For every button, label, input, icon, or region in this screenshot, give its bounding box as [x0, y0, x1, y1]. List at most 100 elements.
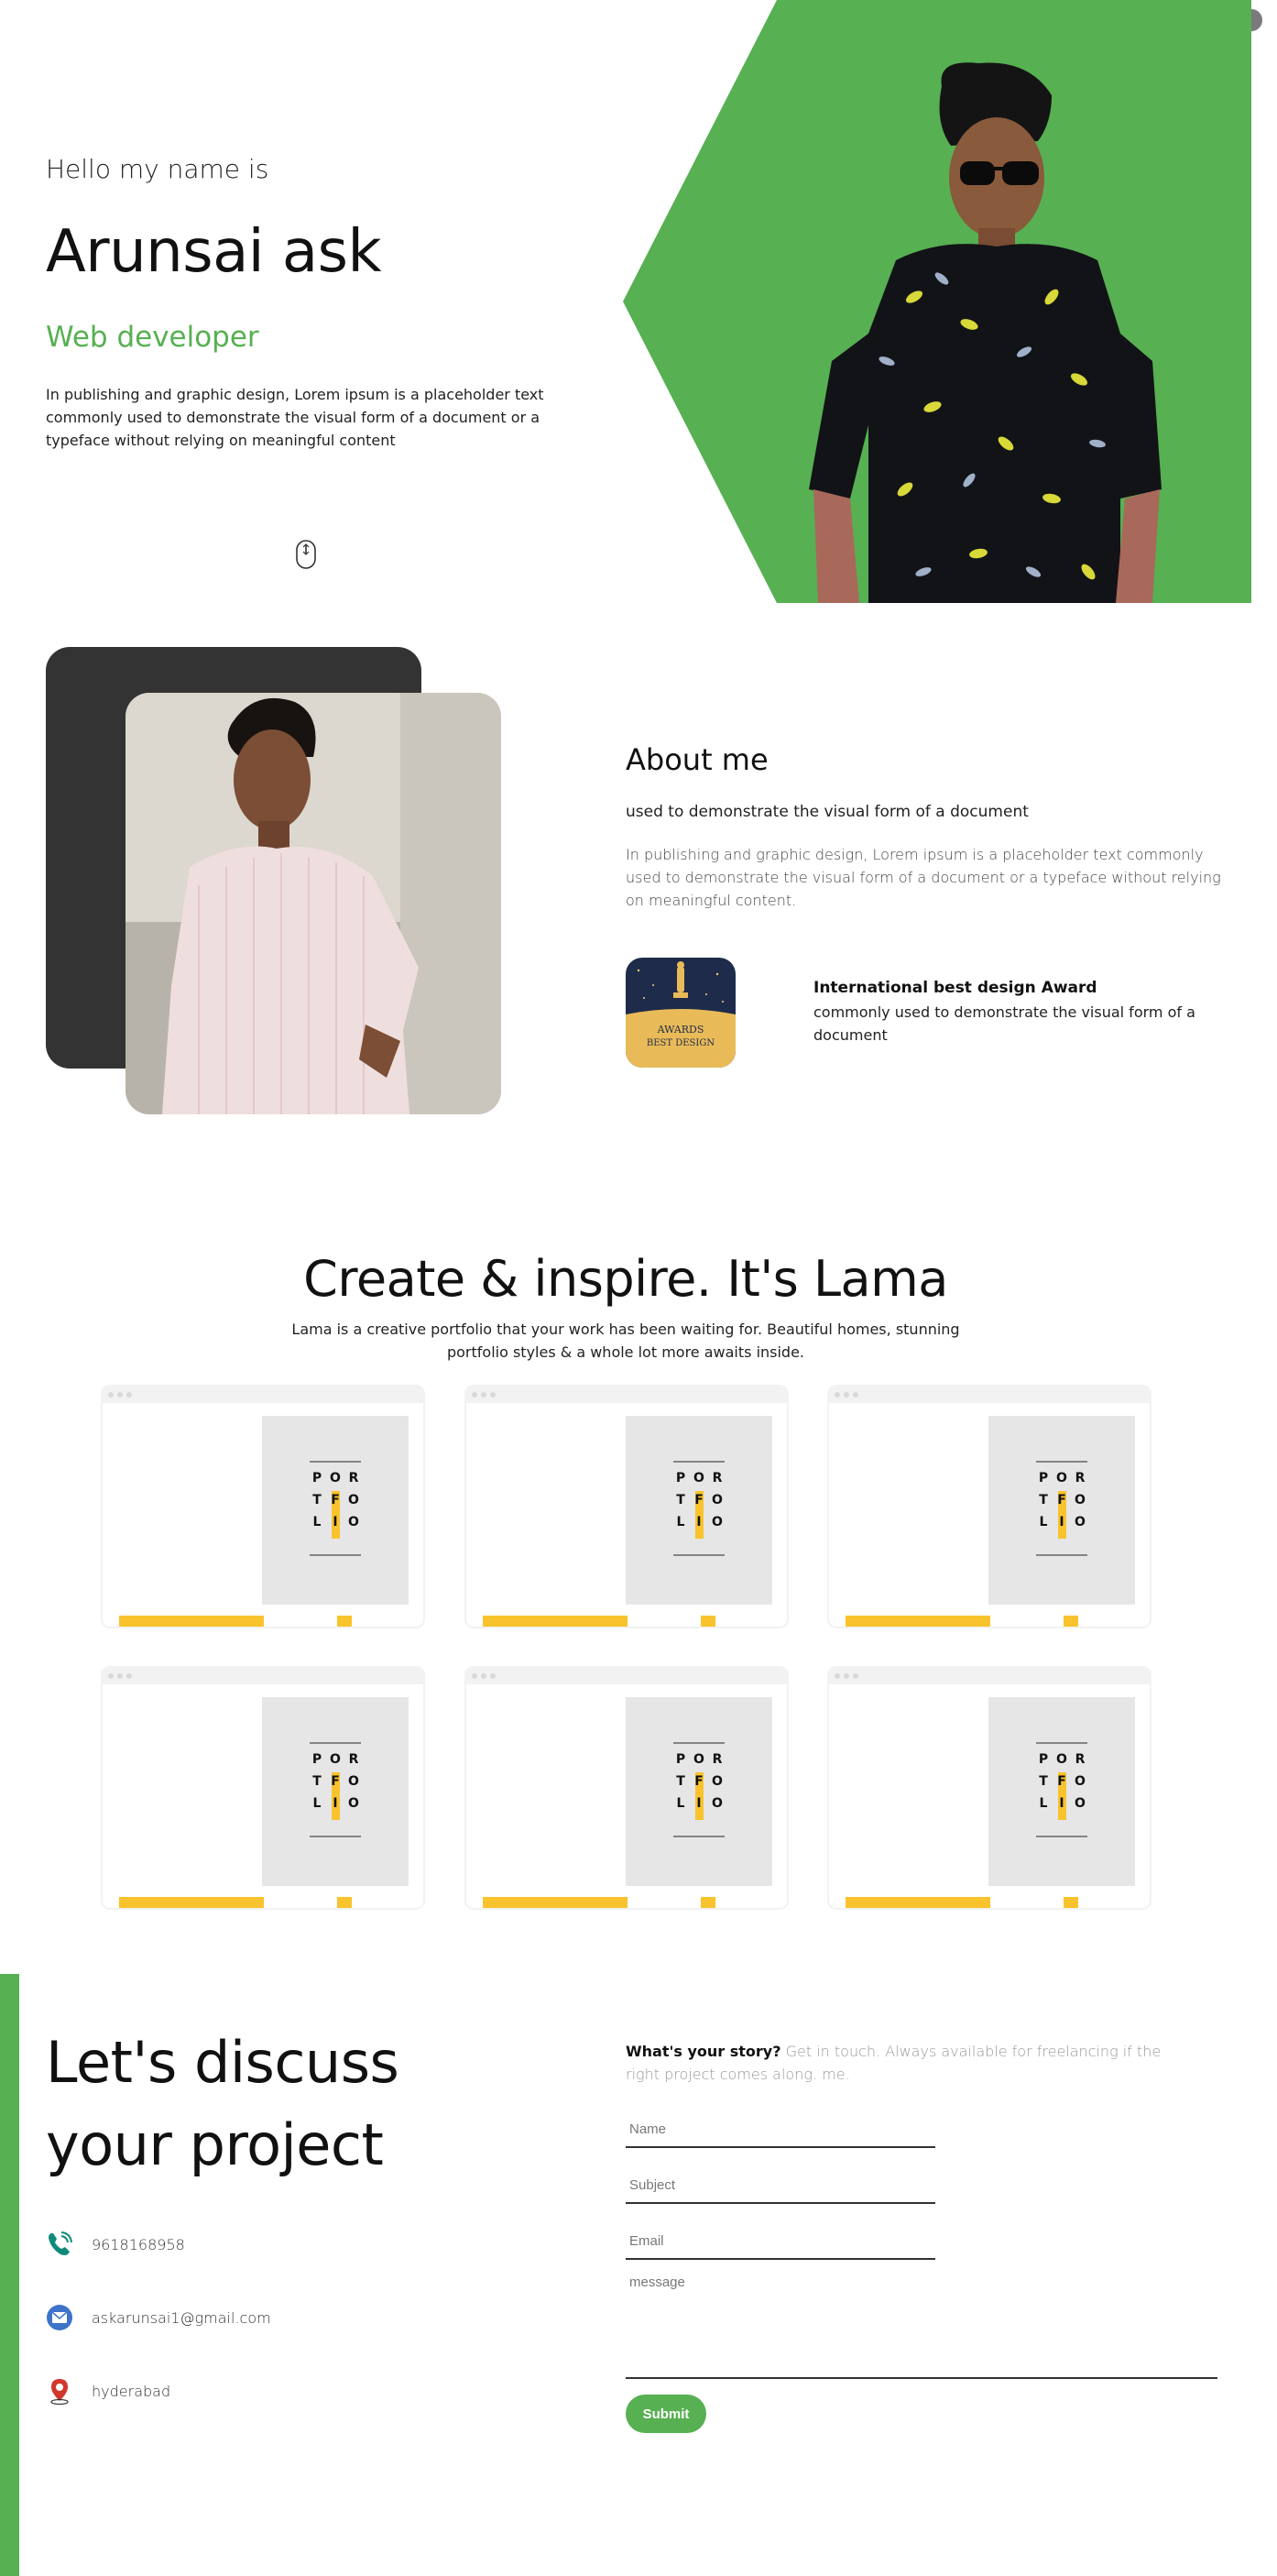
- message-textarea[interactable]: [626, 2275, 1217, 2379]
- poster-letter: O: [712, 1796, 723, 1811]
- location-pin-icon: [46, 2377, 73, 2406]
- hero-section: Hello my name is Arunsai ask Web develop…: [0, 0, 1277, 603]
- poster-letter: I: [333, 1515, 337, 1529]
- poster-letter: O: [712, 1493, 723, 1507]
- browser-bar: [829, 1668, 1150, 1684]
- portfolio-card[interactable]: PORTFOLIO: [827, 1666, 1151, 1910]
- poster-letter: T: [1039, 1774, 1048, 1789]
- contact-location: hyderabad: [46, 2375, 170, 2406]
- hero-name: Arunsai ask: [46, 218, 382, 286]
- hero-intro: Hello my name is: [46, 154, 269, 184]
- poster-letter: O: [348, 1774, 359, 1789]
- portfolio-poster-frame: PORTFOLIO: [262, 1697, 409, 1886]
- poster-letter: L: [1040, 1515, 1048, 1529]
- email-input[interactable]: [626, 2223, 935, 2260]
- submit-button[interactable]: Submit: [626, 2395, 706, 2433]
- browser-dot-icon: [117, 1392, 123, 1398]
- poster-letter: I: [696, 1515, 701, 1529]
- browser-dot-icon: [472, 1673, 477, 1679]
- subject-input[interactable]: [626, 2167, 935, 2204]
- portfolio-poster-frame: PORTFOLIO: [262, 1416, 409, 1605]
- browser-bar: [103, 1387, 423, 1403]
- about-title: About me: [626, 742, 769, 777]
- about-description: In publishing and graphic design, Lorem …: [626, 846, 1221, 909]
- poster-letter: R: [349, 1471, 359, 1485]
- poster-letter: O: [348, 1796, 359, 1811]
- contact-title-line-2: your project: [46, 2111, 384, 2178]
- contact-location-text: hyderabad: [92, 2382, 171, 2400]
- card-bottom-line: [829, 1908, 1151, 1910]
- about-subtitle: used to demonstrate the visual form of a…: [626, 803, 1029, 821]
- contact-accent-bar: [0, 1974, 19, 2576]
- poster-letter: O: [1075, 1515, 1086, 1529]
- award-description: commonly used to demonstrate the visual …: [813, 1003, 1195, 1044]
- email-icon: [46, 2304, 73, 2331]
- browser-dot-icon: [844, 1673, 849, 1679]
- contact-email-text: askarunsai1@gmail.com: [92, 2308, 271, 2327]
- portfolio-poster-frame: PORTFOLIO: [988, 1697, 1135, 1886]
- poster-letter: F: [694, 1774, 704, 1789]
- card-bottom-line: [103, 1627, 425, 1628]
- mouse-scroll-icon[interactable]: [295, 539, 317, 570]
- portfolio-card[interactable]: PORTFOLIO: [464, 1666, 789, 1910]
- portfolio-poster: P O RT F OL I O: [262, 1697, 409, 1886]
- poster-letter: R: [349, 1752, 359, 1767]
- poster-letter: I: [696, 1796, 701, 1811]
- portfolio-description: Lama is a creative portfolio that your w…: [291, 1321, 960, 1361]
- browser-dot-icon: [108, 1392, 114, 1398]
- award-title: International best design Award: [813, 979, 1097, 997]
- portfolio-card[interactable]: PORTFOLIO: [827, 1385, 1151, 1628]
- portfolio-card[interactable]: PORTFOLIO: [101, 1385, 425, 1628]
- portfolio-poster: P O RT F OL I O: [988, 1416, 1135, 1605]
- about-person-image: [126, 693, 501, 1114]
- hero-role: Web developer: [46, 321, 259, 354]
- browser-dot-icon: [108, 1673, 114, 1679]
- browser-bar: [466, 1387, 787, 1403]
- phone-icon: [46, 2231, 73, 2258]
- poster-letter: L: [313, 1796, 322, 1811]
- portfolio-card[interactable]: PORTFOLIO: [101, 1666, 425, 1910]
- contact-title: Let's discuss your project: [46, 2022, 399, 2187]
- poster-letter: L: [313, 1515, 322, 1529]
- contact-email: askarunsai1@gmail.com: [46, 2302, 271, 2333]
- poster-letter: T: [676, 1774, 685, 1789]
- portfolio-card[interactable]: PORTFOLIO: [464, 1385, 789, 1628]
- poster-letter: O: [1075, 1774, 1086, 1789]
- poster-letter: O: [712, 1774, 723, 1789]
- browser-dot-icon: [853, 1392, 858, 1398]
- poster-letter: O: [1056, 1471, 1067, 1485]
- poster-letter: F: [1057, 1774, 1066, 1789]
- poster-letter: I: [1059, 1796, 1064, 1811]
- browser-dot-icon: [481, 1392, 486, 1398]
- poster-letter: F: [331, 1774, 340, 1789]
- poster-letter: R: [713, 1471, 723, 1485]
- poster-letter: P: [312, 1471, 322, 1485]
- card-bottom-line: [829, 1627, 1151, 1628]
- browser-dot-icon: [853, 1673, 858, 1679]
- browser-dot-icon: [835, 1673, 840, 1679]
- browser-dot-icon: [472, 1392, 477, 1398]
- contact-title-line-1: Let's discuss: [46, 2029, 399, 2096]
- poster-letter: R: [1075, 1752, 1086, 1767]
- name-input[interactable]: [626, 2111, 935, 2148]
- poster-letter: O: [712, 1515, 723, 1529]
- browser-dot-icon: [490, 1392, 496, 1398]
- portfolio-poster: P O RT F OL I O: [626, 1697, 772, 1886]
- portfolio-title: Create & inspire. It's Lama: [303, 1250, 948, 1308]
- poster-letter: O: [693, 1471, 704, 1485]
- poster-letter: T: [676, 1493, 685, 1507]
- poster-letter: R: [1075, 1471, 1086, 1485]
- poster-letter: P: [312, 1752, 322, 1767]
- poster-letter: O: [330, 1752, 341, 1767]
- poster-letter: P: [1039, 1471, 1048, 1485]
- poster-letter: F: [1057, 1493, 1066, 1507]
- award-image-text-2: BEST DESIGN: [647, 1038, 715, 1048]
- portfolio-poster: P O RT F OL I O: [626, 1416, 772, 1605]
- poster-letter: O: [693, 1752, 704, 1767]
- poster-letter: O: [1075, 1493, 1086, 1507]
- browser-dot-icon: [844, 1392, 849, 1398]
- poster-letter: F: [694, 1493, 704, 1507]
- browser-bar: [829, 1387, 1150, 1403]
- browser-dot-icon: [126, 1392, 132, 1398]
- story-bold: What's your story?: [626, 2043, 781, 2060]
